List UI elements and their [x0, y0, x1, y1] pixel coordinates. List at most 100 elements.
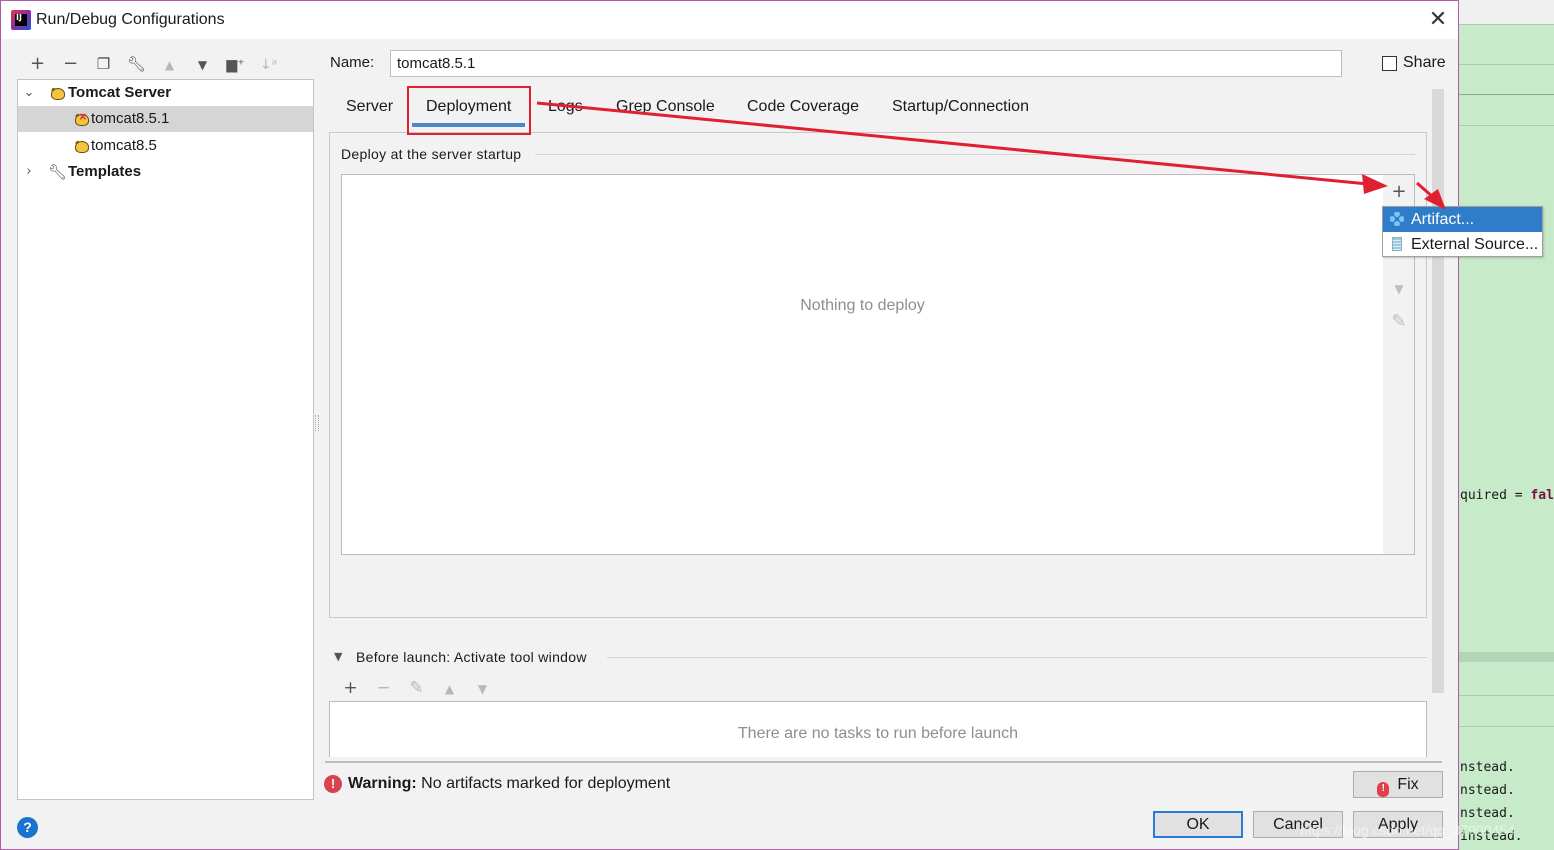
code-line: nstead. — [1460, 806, 1515, 821]
section-divider — [607, 657, 1427, 658]
menu-item-label: External Source... — [1411, 236, 1539, 253]
intellij-app-icon: IJ — [11, 10, 31, 30]
deploy-empty-text: Nothing to deploy — [800, 297, 925, 314]
edit-icon: ✎ — [409, 678, 424, 698]
chevron-down-icon[interactable]: ⌄ — [22, 80, 36, 106]
tomcat-error-icon — [73, 104, 89, 130]
help-icon: ? — [23, 819, 32, 835]
move-down-button[interactable]: ▼ — [186, 51, 219, 77]
tab-grep-console[interactable]: Grep Console — [616, 89, 715, 127]
fix-button[interactable]: ! Fix — [1353, 771, 1443, 798]
ok-button[interactable]: OK — [1153, 811, 1243, 838]
deploy-section-title: Deploy at the server startup — [341, 146, 522, 162]
tree-item-tomcat-server[interactable]: ⌄ Tomcat Server — [18, 80, 313, 106]
deployment-list[interactable]: Nothing to deploy — [341, 174, 1384, 555]
menu-item-external-source[interactable]: External Source... — [1383, 232, 1542, 257]
move-up-icon: ▲ — [164, 58, 175, 72]
add-task-button[interactable]: + — [334, 675, 367, 701]
move-down-deployment-button[interactable]: ▼ — [1383, 275, 1415, 303]
menu-item-label: Artifact... — [1411, 211, 1475, 228]
remove-task-button[interactable]: − — [367, 675, 400, 701]
warning-text: No artifacts marked for deployment — [416, 775, 671, 792]
watermark: https://blog.csdn.net/qq_37900454 — [1300, 822, 1515, 838]
remove-icon: − — [62, 53, 79, 74]
share-label: Share — [1403, 54, 1446, 71]
editor-divider — [1458, 125, 1554, 126]
add-config-button[interactable]: + — [21, 51, 54, 77]
close-button[interactable]: ✕ — [1421, 7, 1455, 33]
sort-icon: ↓ᵃ — [259, 57, 278, 73]
edit-deployment-button[interactable]: ✎ — [1383, 308, 1415, 336]
editor-divider — [1458, 94, 1554, 95]
move-down-icon: ▼ — [1394, 282, 1404, 296]
share-checkbox[interactable]: Share — [1382, 54, 1446, 72]
wrench-icon: 🔧︎ — [126, 55, 147, 73]
window-title: Run/Debug Configurations — [36, 11, 225, 28]
chevron-right-icon[interactable]: › — [22, 159, 36, 185]
tree-item-label: tomcat8.5 — [91, 137, 157, 154]
add-icon: + — [29, 53, 46, 74]
tab-deployment[interactable]: Deployment — [411, 89, 526, 127]
name-input[interactable] — [390, 50, 1342, 77]
move-up-task-button[interactable]: ▲ — [433, 675, 466, 701]
sort-button[interactable]: ↓ᵃ — [252, 51, 285, 77]
artifact-icon — [1390, 212, 1404, 226]
warning-message: Warning: No artifacts marked for deploym… — [348, 775, 670, 793]
code-line: quired = fal — [1460, 488, 1554, 503]
editor-divider — [1458, 726, 1554, 727]
before-launch-toolbar: + − ✎ ▲ ▼ — [334, 675, 499, 701]
tab-startup-connection[interactable]: Startup/Connection — [892, 89, 1029, 127]
copy-config-button[interactable]: ❐ — [87, 51, 120, 77]
tab-server[interactable]: Server — [346, 89, 393, 127]
background-editor: quired = fal nstead. nstead. nstead. ins… — [1458, 0, 1554, 850]
error-icon: ! — [324, 775, 342, 793]
fix-label: Fix — [1397, 776, 1419, 793]
wrench-icon: 🔧︎ — [48, 163, 68, 181]
collapse-triangle-icon[interactable]: ▼ — [334, 650, 342, 663]
tab-logs[interactable]: Logs — [548, 89, 583, 127]
add-deployment-button[interactable]: + — [1383, 178, 1415, 206]
editor-top-strip — [1458, 0, 1554, 24]
tomcat-icon — [49, 86, 65, 100]
remove-config-button[interactable]: − — [54, 51, 87, 77]
before-launch-empty-text: There are no tasks to run before launch — [737, 725, 1019, 742]
config-tree: ⌄ Tomcat Server tomcat8.5.1 tomcat8.5 › … — [17, 79, 314, 800]
section-divider — [535, 154, 1415, 155]
fix-bulb-icon: ! — [1377, 782, 1390, 797]
tree-item-tomcat8-5[interactable]: tomcat8.5 — [18, 133, 313, 159]
move-down-task-button[interactable]: ▼ — [466, 675, 499, 701]
edit-icon: ✎ — [1391, 311, 1407, 332]
before-launch-list[interactable]: There are no tasks to run before launch — [329, 701, 1427, 757]
name-label: Name: — [330, 54, 375, 71]
tree-item-label: Templates — [68, 163, 142, 180]
menu-item-artifact[interactable]: Artifact... — [1383, 207, 1542, 232]
copy-icon: ❐ — [96, 55, 111, 73]
move-up-icon: ▲ — [444, 682, 455, 696]
remove-icon: − — [376, 678, 391, 698]
share-checkbox-box[interactable] — [1382, 55, 1397, 71]
external-source-icon — [1392, 237, 1402, 251]
editor-band — [1458, 652, 1554, 662]
vertical-scrollbar[interactable] — [1432, 89, 1444, 693]
edit-task-button[interactable]: ✎ — [400, 675, 433, 701]
move-up-button[interactable]: ▲ — [153, 51, 186, 77]
editor-divider — [1458, 695, 1554, 696]
add-icon: + — [1391, 181, 1407, 202]
title-bar: IJ Run/Debug Configurations ✕ — [1, 1, 1458, 39]
tomcat-icon — [73, 139, 89, 153]
config-toolbar: + − ❐ 🔧︎ ▲ ▼ ▆⁺ ↓ᵃ — [21, 51, 285, 77]
new-folder-button[interactable]: ▆⁺ — [219, 51, 252, 77]
edit-defaults-button[interactable]: 🔧︎ — [120, 51, 153, 77]
editor-divider — [1458, 24, 1554, 25]
tree-item-label: Tomcat Server — [68, 84, 172, 101]
tab-code-coverage[interactable]: Code Coverage — [747, 89, 859, 127]
deployment-panel: Deploy at the server startup Nothing to … — [329, 132, 1427, 618]
editor-divider — [1458, 64, 1554, 65]
tree-item-templates[interactable]: › 🔧︎ Templates — [18, 159, 313, 185]
splitter-handle[interactable] — [315, 415, 319, 431]
run-debug-dialog: IJ Run/Debug Configurations ✕ + − ❐ 🔧︎ ▲… — [0, 0, 1459, 850]
before-launch-title: Before launch: Activate tool window — [356, 649, 587, 665]
warning-label: Warning: — [348, 775, 417, 792]
help-button[interactable]: ? — [17, 817, 38, 838]
tree-item-tomcat8-5-1[interactable]: tomcat8.5.1 — [18, 104, 313, 132]
